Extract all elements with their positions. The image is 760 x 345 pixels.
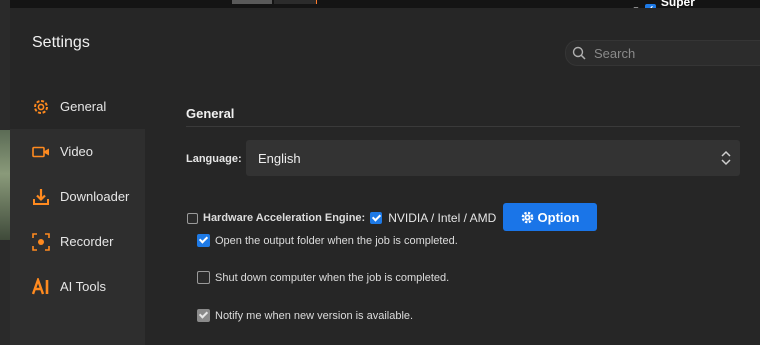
ai-icon [32,277,50,296]
sidebar-item-recorder[interactable]: Recorder [10,219,145,264]
settings-sidebar: General Video Downloader Recorder AI Too… [10,84,145,345]
sidebar-item-downloader[interactable]: Downloader [10,174,145,219]
sidebar-item-label: AI Tools [60,279,107,294]
option-button[interactable]: Option [503,203,597,231]
sidebar-item-video[interactable]: Video [10,129,145,174]
open-folder-row: Open the output folder when the job is c… [197,234,458,247]
background-tab [232,0,272,4]
search-box[interactable] [565,40,760,66]
sidebar-item-label: Recorder [60,234,114,249]
record-icon [32,232,50,251]
background-thumbnail [0,130,10,240]
language-value: English [258,150,301,166]
language-select[interactable]: English [246,140,740,176]
option-button-label: Option [537,209,580,225]
notify-row: Notify me when new version is available. [197,309,413,322]
background-tab-active [274,0,317,4]
sidebar-item-ai-tools[interactable]: AI Tools [10,264,145,309]
sidebar-item-general[interactable]: General [10,84,145,129]
shutdown-row: Shut down computer when the job is compl… [197,271,449,284]
dialog-title: Settings [32,34,90,51]
general-settings-panel: General Language: English Hardware Accel… [145,84,760,345]
hardware-acceleration-row: Hardware Acceleration Engine: NVIDIA / I… [187,211,496,225]
gpu-checkbox[interactable] [370,212,383,224]
open-folder-checkbox[interactable] [197,234,210,247]
gear-icon [521,211,533,223]
search-icon [572,46,586,60]
chevron-updown-icon [721,150,731,166]
gpu-label: NVIDIA / Intel / AMD [388,211,497,225]
notify-label: Notify me when new version is available. [215,309,414,322]
video-camera-icon [32,143,50,161]
settings-dialog: Settings General [10,8,760,345]
section-divider [186,126,740,127]
notify-checkbox[interactable] [197,309,210,322]
download-icon [32,188,50,206]
hardware-acceleration-checkbox[interactable] [187,212,198,224]
hardware-acceleration-label: Hardware Acceleration Engine: [203,212,366,224]
sidebar-item-label: General [60,99,107,114]
shutdown-label: Shut down computer when the job is compl… [215,271,450,284]
sidebar-item-label: Video [60,144,94,159]
language-label: Language: [186,153,242,165]
search-input[interactable] [592,44,746,62]
section-title: General [186,106,235,121]
open-folder-label: Open the output folder when the job is c… [215,234,458,247]
shutdown-checkbox[interactable] [197,271,210,284]
sidebar-item-label: Downloader [60,189,130,204]
gear-icon [32,98,50,116]
